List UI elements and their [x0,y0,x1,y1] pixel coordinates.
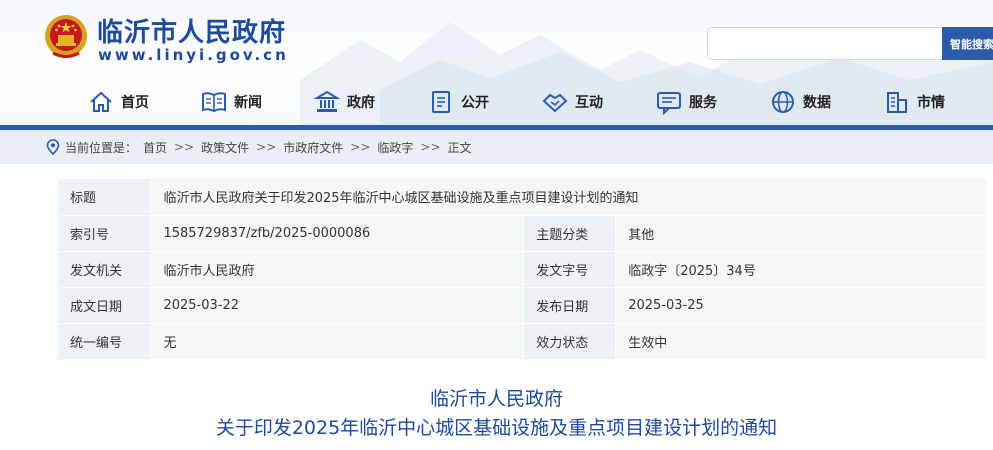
validity-status-value: 生效中 [615,323,987,360]
nav-item-news[interactable]: 新闻 [201,85,262,119]
publish-date-value: 2025-03-25 [615,287,987,324]
newspaper-icon [202,92,226,113]
document-icon [432,91,450,113]
site-header: 临沂市人民政府 www.linyi.gov.cn 智能搜索 首页 新闻 政府 公… [0,0,993,128]
breadcrumb-city-gov-files[interactable]: 市政府文件 [283,139,343,156]
city-buildings-icon [887,92,907,113]
unified-number-value: 无 [150,323,525,360]
breadcrumb-separator: >> [420,140,441,154]
breadcrumb-linzhengzi[interactable]: 临政字 [377,139,413,156]
smart-search-button[interactable]: 智能搜索 [942,27,993,60]
title-value: 临沂市人民政府关于印发2025年临沂中心城区基础设施及重点项目建设计划的通知 [150,179,987,216]
table-row: 发文机关 临沂市人民政府 发文字号 临政字〔2025〕34号 [58,251,987,288]
topic-category-label: 主题分类 [523,215,617,252]
handshake-icon [542,93,568,113]
written-date-value: 2025-03-22 [150,287,525,324]
nav-item-service[interactable]: 服务 [656,85,717,119]
nav-item-home[interactable]: 首页 [88,85,149,119]
nav-item-data[interactable]: 数据 [770,85,831,119]
document-number-value: 临政字〔2025〕34号 [615,251,987,288]
validity-status-label: 效力状态 [523,323,617,360]
breadcrumb-prefix: 当前位置是： [65,140,138,155]
title-label: 标题 [58,179,152,216]
issuing-authority-label: 发文机关 [58,251,152,288]
document-main-title: 关于印发2025年临沂中心城区基础设施及重点项目建设计划的通知 [215,417,778,439]
document-info-table: 标题 临沂市人民政府关于印发2025年临沂中心城区基础设施及重点项目建设计划的通… [58,179,987,360]
nav-label: 市情 [917,95,945,111]
table-row: 索引号 1585729837/zfb/2025-0000086 主题分类 其他 [58,215,987,252]
breadcrumb-separator: >> [174,140,195,154]
index-number-value: 1585729837/zfb/2025-0000086 [150,215,525,252]
nav-item-open[interactable]: 公开 [428,85,489,119]
breadcrumb-current: 正文 [447,140,472,155]
unified-number-label: 统一编号 [58,323,152,360]
service-chat-icon [657,92,681,115]
nav-label: 政府 [347,95,375,111]
site-name: 临沂市人民政府 [97,18,287,48]
location-pin-icon [46,139,60,155]
table-row: 成文日期 2025-03-22 发布日期 2025-03-25 [58,287,987,324]
nav-label: 服务 [689,95,717,111]
search-input[interactable] [707,27,942,60]
nav-label: 公开 [461,95,489,111]
breadcrumb: 当前位置是： 首页 >> 政策文件 >> 市政府文件 >> 临政字 >> 正文 [0,130,993,164]
issuing-authority-value: 临沂市人民政府 [150,251,525,288]
nav-item-city-info[interactable]: 市情 [884,85,945,119]
nav-label: 互动 [575,95,603,111]
nav-label: 数据 [803,95,831,111]
national-emblem-icon [45,15,87,58]
nav-label: 首页 [121,95,149,111]
government-building-icon [314,90,340,112]
data-globe-icon [772,91,794,113]
written-date-label: 成文日期 [58,287,152,324]
table-row: 统一编号 无 效力状态 生效中 [58,323,987,360]
main-nav: 首页 新闻 政府 公开 互动 服务 数据 市情 [0,85,993,119]
topic-category-value: 其他 [615,215,987,252]
index-number-label: 索引号 [58,215,152,252]
document-issuer-title: 临沂市人民政府 [429,388,563,410]
home-icon [90,91,112,112]
breadcrumb-home[interactable]: 首页 [143,139,167,156]
nav-item-government[interactable]: 政府 [314,85,375,119]
breadcrumb-policy-files[interactable]: 政策文件 [201,139,249,156]
table-row: 标题 临沂市人民政府关于印发2025年临沂中心城区基础设施及重点项目建设计划的通… [58,179,987,216]
publish-date-label: 发布日期 [523,287,617,324]
document-number-label: 发文字号 [523,251,617,288]
nav-label: 新闻 [234,95,262,111]
site-domain: www.linyi.gov.cn [98,46,289,64]
breadcrumb-separator: >> [256,140,277,154]
nav-item-interaction[interactable]: 互动 [542,85,603,119]
breadcrumb-separator: >> [350,140,371,154]
